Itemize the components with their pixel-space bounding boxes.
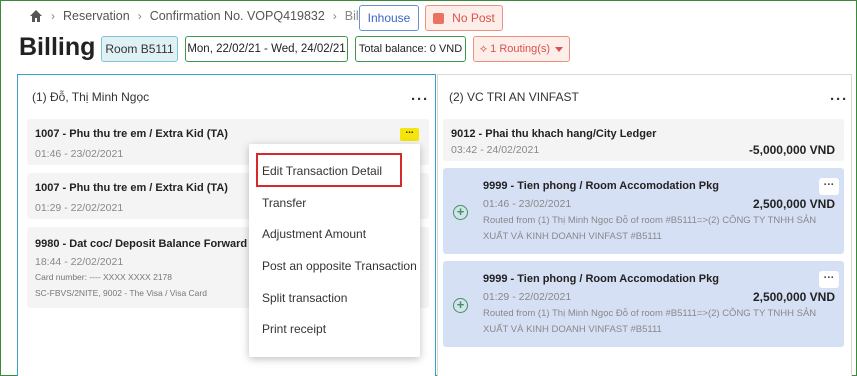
- expand-plus-icon[interactable]: +: [453, 298, 468, 313]
- total-balance-badge: Total balance: 0 VND: [355, 36, 466, 62]
- folio-title: (2) VC TRI AN VINFAST: [449, 90, 579, 104]
- routing-icon: ⟡: [479, 42, 488, 55]
- transaction-context-menu: Edit Transaction Detail Transfer Adjustm…: [249, 144, 420, 357]
- more-icon[interactable]: ...: [400, 126, 419, 141]
- transaction-title: 9980 - Dat coc/ Deposit Balance Forward: [35, 238, 248, 250]
- transaction-title: 9999 - Tien phong / Room Accomodation Pk…: [483, 273, 719, 285]
- menu-item-print-receipt[interactable]: Print receipt: [262, 322, 326, 336]
- menu-item-transfer[interactable]: Transfer: [262, 196, 306, 210]
- routing-label: 1 Routing(s): [490, 43, 551, 55]
- routing-note: Routed from (1) Thị Minh Ngọc Đỗ of room…: [483, 308, 817, 319]
- routed-transaction-card[interactable]: + 9999 - Tien phong / Room Accomodation …: [443, 168, 844, 254]
- more-icon[interactable]: ···: [830, 92, 848, 107]
- chevron-right-icon: ›: [51, 9, 55, 23]
- menu-item-split[interactable]: Split transaction: [262, 291, 347, 305]
- menu-item-post-opposite[interactable]: Post an opposite Transaction: [262, 259, 417, 273]
- transaction-date: 03:42 - 24/02/2021: [451, 144, 540, 156]
- transaction-amount: 2,500,000 VND: [752, 197, 835, 211]
- transaction-date: 18:44 - 22/02/2021: [35, 256, 124, 268]
- caret-down-icon: [555, 46, 564, 52]
- transaction-title: 9012 - Phai thu khach hang/City Ledger: [451, 128, 657, 140]
- transaction-date: 01:29 - 22/02/2021: [483, 291, 572, 303]
- page-title: Billing: [19, 33, 96, 61]
- folio-title: (1) Đỗ, Thị Minh Ngọc: [32, 90, 150, 104]
- menu-item-edit-transaction[interactable]: Edit Transaction Detail: [262, 164, 382, 178]
- payment-detail: SC-FBVS/2NITE, 9002 - The Visa / Visa Ca…: [35, 288, 207, 298]
- transaction-title: 1007 - Phu thu tre em / Extra Kid (TA): [35, 128, 228, 140]
- chevron-right-icon: ›: [332, 9, 337, 23]
- expand-plus-icon[interactable]: +: [453, 205, 468, 220]
- transaction-date: 01:46 - 23/02/2021: [483, 198, 572, 210]
- transaction-date: 01:29 - 22/02/2021: [35, 202, 124, 214]
- routing-note: XUẤT VÀ KINH DOANH VINFAST #B5111: [483, 231, 662, 242]
- no-post-icon: [433, 12, 445, 24]
- transaction-title: 1007 - Phu thu tre em / Extra Kid (TA): [35, 182, 228, 194]
- no-post-badge: No Post: [425, 5, 503, 31]
- breadcrumb-reservation[interactable]: Reservation: [63, 9, 130, 23]
- room-badge: Room B5111: [101, 36, 178, 62]
- card-number: Card number: ---- XXXX XXXX 2178: [35, 272, 173, 282]
- folio-panel-2: (2) VC TRI AN VINFAST ··· 9012 - Phai th…: [437, 74, 852, 376]
- routing-dropdown[interactable]: ⟡ 1 Routing(s): [473, 36, 570, 62]
- transaction-date: 01:46 - 23/02/2021: [35, 148, 124, 160]
- transaction-title: 9999 - Tien phong / Room Accomodation Pk…: [483, 180, 719, 192]
- more-icon[interactable]: ...: [819, 177, 839, 195]
- routing-note: XUẤT VÀ KINH DOANH VINFAST #B5111: [483, 324, 662, 335]
- menu-item-adjustment[interactable]: Adjustment Amount: [262, 227, 366, 241]
- transaction-amount: 2,500,000 VND: [752, 290, 835, 304]
- stay-dates-badge: Mon, 22/02/21 - Wed, 24/02/21: [185, 36, 348, 62]
- chevron-right-icon: ›: [137, 9, 142, 23]
- transaction-amount: -5,000,000 VND: [748, 143, 835, 157]
- no-post-label: No Post: [452, 11, 495, 25]
- home-icon[interactable]: [29, 9, 43, 23]
- breadcrumb-confirmation[interactable]: Confirmation No. VOPQ419832: [150, 9, 325, 23]
- routed-transaction-card[interactable]: + 9999 - Tien phong / Room Accomodation …: [443, 261, 844, 347]
- more-icon[interactable]: ...: [819, 270, 839, 288]
- more-icon[interactable]: ···: [411, 92, 429, 107]
- breadcrumb: › Reservation › Confirmation No. VOPQ419…: [29, 5, 378, 27]
- inhouse-badge: Inhouse: [359, 5, 419, 31]
- routing-note: Routed from (1) Thị Minh Ngọc Đỗ of room…: [483, 215, 817, 226]
- transaction-card[interactable]: 9012 - Phai thu khach hang/City Ledger 0…: [443, 119, 844, 161]
